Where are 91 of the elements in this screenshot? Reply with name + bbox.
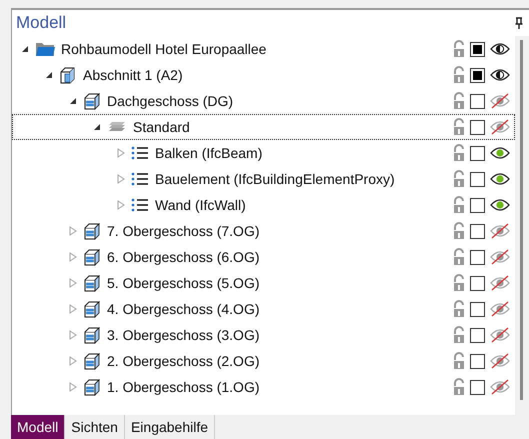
- tree-row[interactable]: Dachgeschoss (DG): [12, 88, 515, 114]
- unlocked-padlock-icon[interactable]: [453, 222, 465, 240]
- crossed-eye-icon[interactable]: [490, 119, 510, 135]
- tree-item-label: Wand (IfcWall): [155, 197, 246, 213]
- collapse-arrow-icon[interactable]: [93, 123, 101, 131]
- checkbox[interactable]: [470, 172, 485, 186]
- tree-item-label: 1. Obergeschoss (1.OG): [107, 379, 260, 395]
- tree-item-label: 3. Obergeschoss (3.OG): [107, 327, 260, 343]
- crossed-eye-icon[interactable]: [490, 301, 510, 317]
- floor-block-icon: [83, 92, 101, 110]
- crossed-eye-icon[interactable]: [490, 249, 510, 265]
- tree-row[interactable]: Rohbaumodell Hotel Europaallee: [12, 36, 515, 62]
- tree-row[interactable]: 3. Obergeschoss (3.OG): [12, 322, 515, 348]
- tree-row[interactable]: 4. Obergeschoss (4.OG): [12, 296, 515, 322]
- tree-item-label: 7. Obergeschoss (7.OG): [107, 223, 260, 239]
- unlocked-padlock-icon[interactable]: [453, 66, 465, 84]
- panel-tab[interactable]: Modell: [11, 415, 66, 439]
- unlocked-padlock-icon[interactable]: [453, 196, 465, 214]
- unlocked-padlock-icon[interactable]: [453, 352, 465, 370]
- crossed-eye-icon[interactable]: [490, 327, 510, 343]
- tree-item-label: Bauelement (IfcBuildingElementProxy): [155, 171, 395, 187]
- pin-icon[interactable]: [515, 17, 523, 29]
- floor-block-icon: [83, 274, 101, 292]
- unlocked-padlock-icon[interactable]: [453, 170, 465, 188]
- eye-icon[interactable]: [490, 145, 510, 161]
- tree-row[interactable]: 7. Obergeschoss (7.OG): [12, 218, 515, 244]
- unlocked-padlock-icon[interactable]: [453, 326, 465, 344]
- floor-block-icon: [83, 326, 101, 344]
- tree-item-label: Rohbaumodell Hotel Europaallee: [61, 41, 266, 57]
- crossed-eye-icon[interactable]: [490, 379, 510, 395]
- unlocked-padlock-icon[interactable]: [453, 92, 465, 110]
- tree-item-label: 5. Obergeschoss (5.OG): [107, 275, 260, 291]
- panel-title: Modell: [16, 13, 66, 33]
- crossed-eye-icon[interactable]: [490, 93, 510, 109]
- list-icon: [131, 145, 149, 161]
- tree-row[interactable]: 6. Obergeschoss (6.OG): [12, 244, 515, 270]
- checkbox[interactable]: [470, 68, 485, 82]
- list-icon: [131, 171, 149, 187]
- floor-block-icon: [83, 352, 101, 370]
- unlocked-padlock-icon[interactable]: [453, 274, 465, 292]
- tree-row[interactable]: Balken (IfcBeam): [12, 140, 515, 166]
- unlocked-padlock-icon[interactable]: [453, 118, 465, 136]
- checkbox[interactable]: [470, 380, 485, 394]
- eye-icon[interactable]: [490, 41, 510, 57]
- tree-item-label: Abschnitt 1 (A2): [83, 67, 183, 83]
- tree-item-label: 2. Obergeschoss (2.OG): [107, 353, 260, 369]
- tree-item-label: Balken (IfcBeam): [155, 145, 262, 161]
- unlocked-padlock-icon[interactable]: [453, 378, 465, 396]
- tree-row[interactable]: 2. Obergeschoss (2.OG): [12, 348, 515, 374]
- tree-item-label: Standard: [133, 119, 190, 135]
- building-stack-icon: [59, 66, 77, 84]
- floor-block-icon: [83, 248, 101, 266]
- tree-row[interactable]: 5. Obergeschoss (5.OG): [12, 270, 515, 296]
- unlocked-padlock-icon[interactable]: [453, 40, 465, 58]
- list-icon: [131, 197, 149, 213]
- checkbox[interactable]: [470, 198, 485, 212]
- unlocked-padlock-icon[interactable]: [453, 144, 465, 162]
- tree-item-label: 4. Obergeschoss (4.OG): [107, 301, 260, 317]
- unlocked-padlock-icon[interactable]: [453, 248, 465, 266]
- floor-block-icon: [83, 378, 101, 396]
- eye-icon[interactable]: [490, 197, 510, 213]
- tree-row[interactable]: Abschnitt 1 (A2): [12, 62, 515, 88]
- crossed-eye-icon[interactable]: [490, 275, 510, 291]
- tree-row[interactable]: 1. Obergeschoss (1.OG): [12, 374, 515, 400]
- collapse-arrow-icon[interactable]: [21, 45, 29, 53]
- crossed-eye-icon[interactable]: [490, 223, 510, 239]
- checkbox[interactable]: [470, 42, 485, 56]
- checkbox[interactable]: [470, 224, 485, 238]
- tree-row[interactable]: Standard: [12, 114, 515, 140]
- tree-row[interactable]: Wand (IfcWall): [12, 192, 515, 218]
- tree-row[interactable]: Bauelement (IfcBuildingElementProxy): [12, 166, 515, 192]
- floor-block-icon: [83, 222, 101, 240]
- checkbox[interactable]: [470, 146, 485, 160]
- crossed-eye-icon[interactable]: [490, 353, 510, 369]
- collapse-arrow-icon[interactable]: [45, 71, 53, 79]
- unlocked-padlock-icon[interactable]: [453, 300, 465, 318]
- tree-item-label: 6. Obergeschoss (6.OG): [107, 249, 260, 265]
- checkbox[interactable]: [470, 276, 485, 290]
- checkbox[interactable]: [470, 120, 485, 134]
- checkbox[interactable]: [470, 94, 485, 108]
- checkbox[interactable]: [470, 250, 485, 264]
- checkbox[interactable]: [470, 328, 485, 342]
- floor-block-icon: [83, 300, 101, 318]
- scrollbar[interactable]: [515, 36, 529, 415]
- checkbox[interactable]: [470, 354, 485, 368]
- eye-icon[interactable]: [490, 171, 510, 187]
- folder-icon: [35, 41, 55, 57]
- eye-icon[interactable]: [490, 67, 510, 83]
- collapse-arrow-icon[interactable]: [69, 97, 77, 105]
- tree-item-label: Dachgeschoss (DG): [107, 93, 234, 109]
- checkbox[interactable]: [470, 302, 485, 316]
